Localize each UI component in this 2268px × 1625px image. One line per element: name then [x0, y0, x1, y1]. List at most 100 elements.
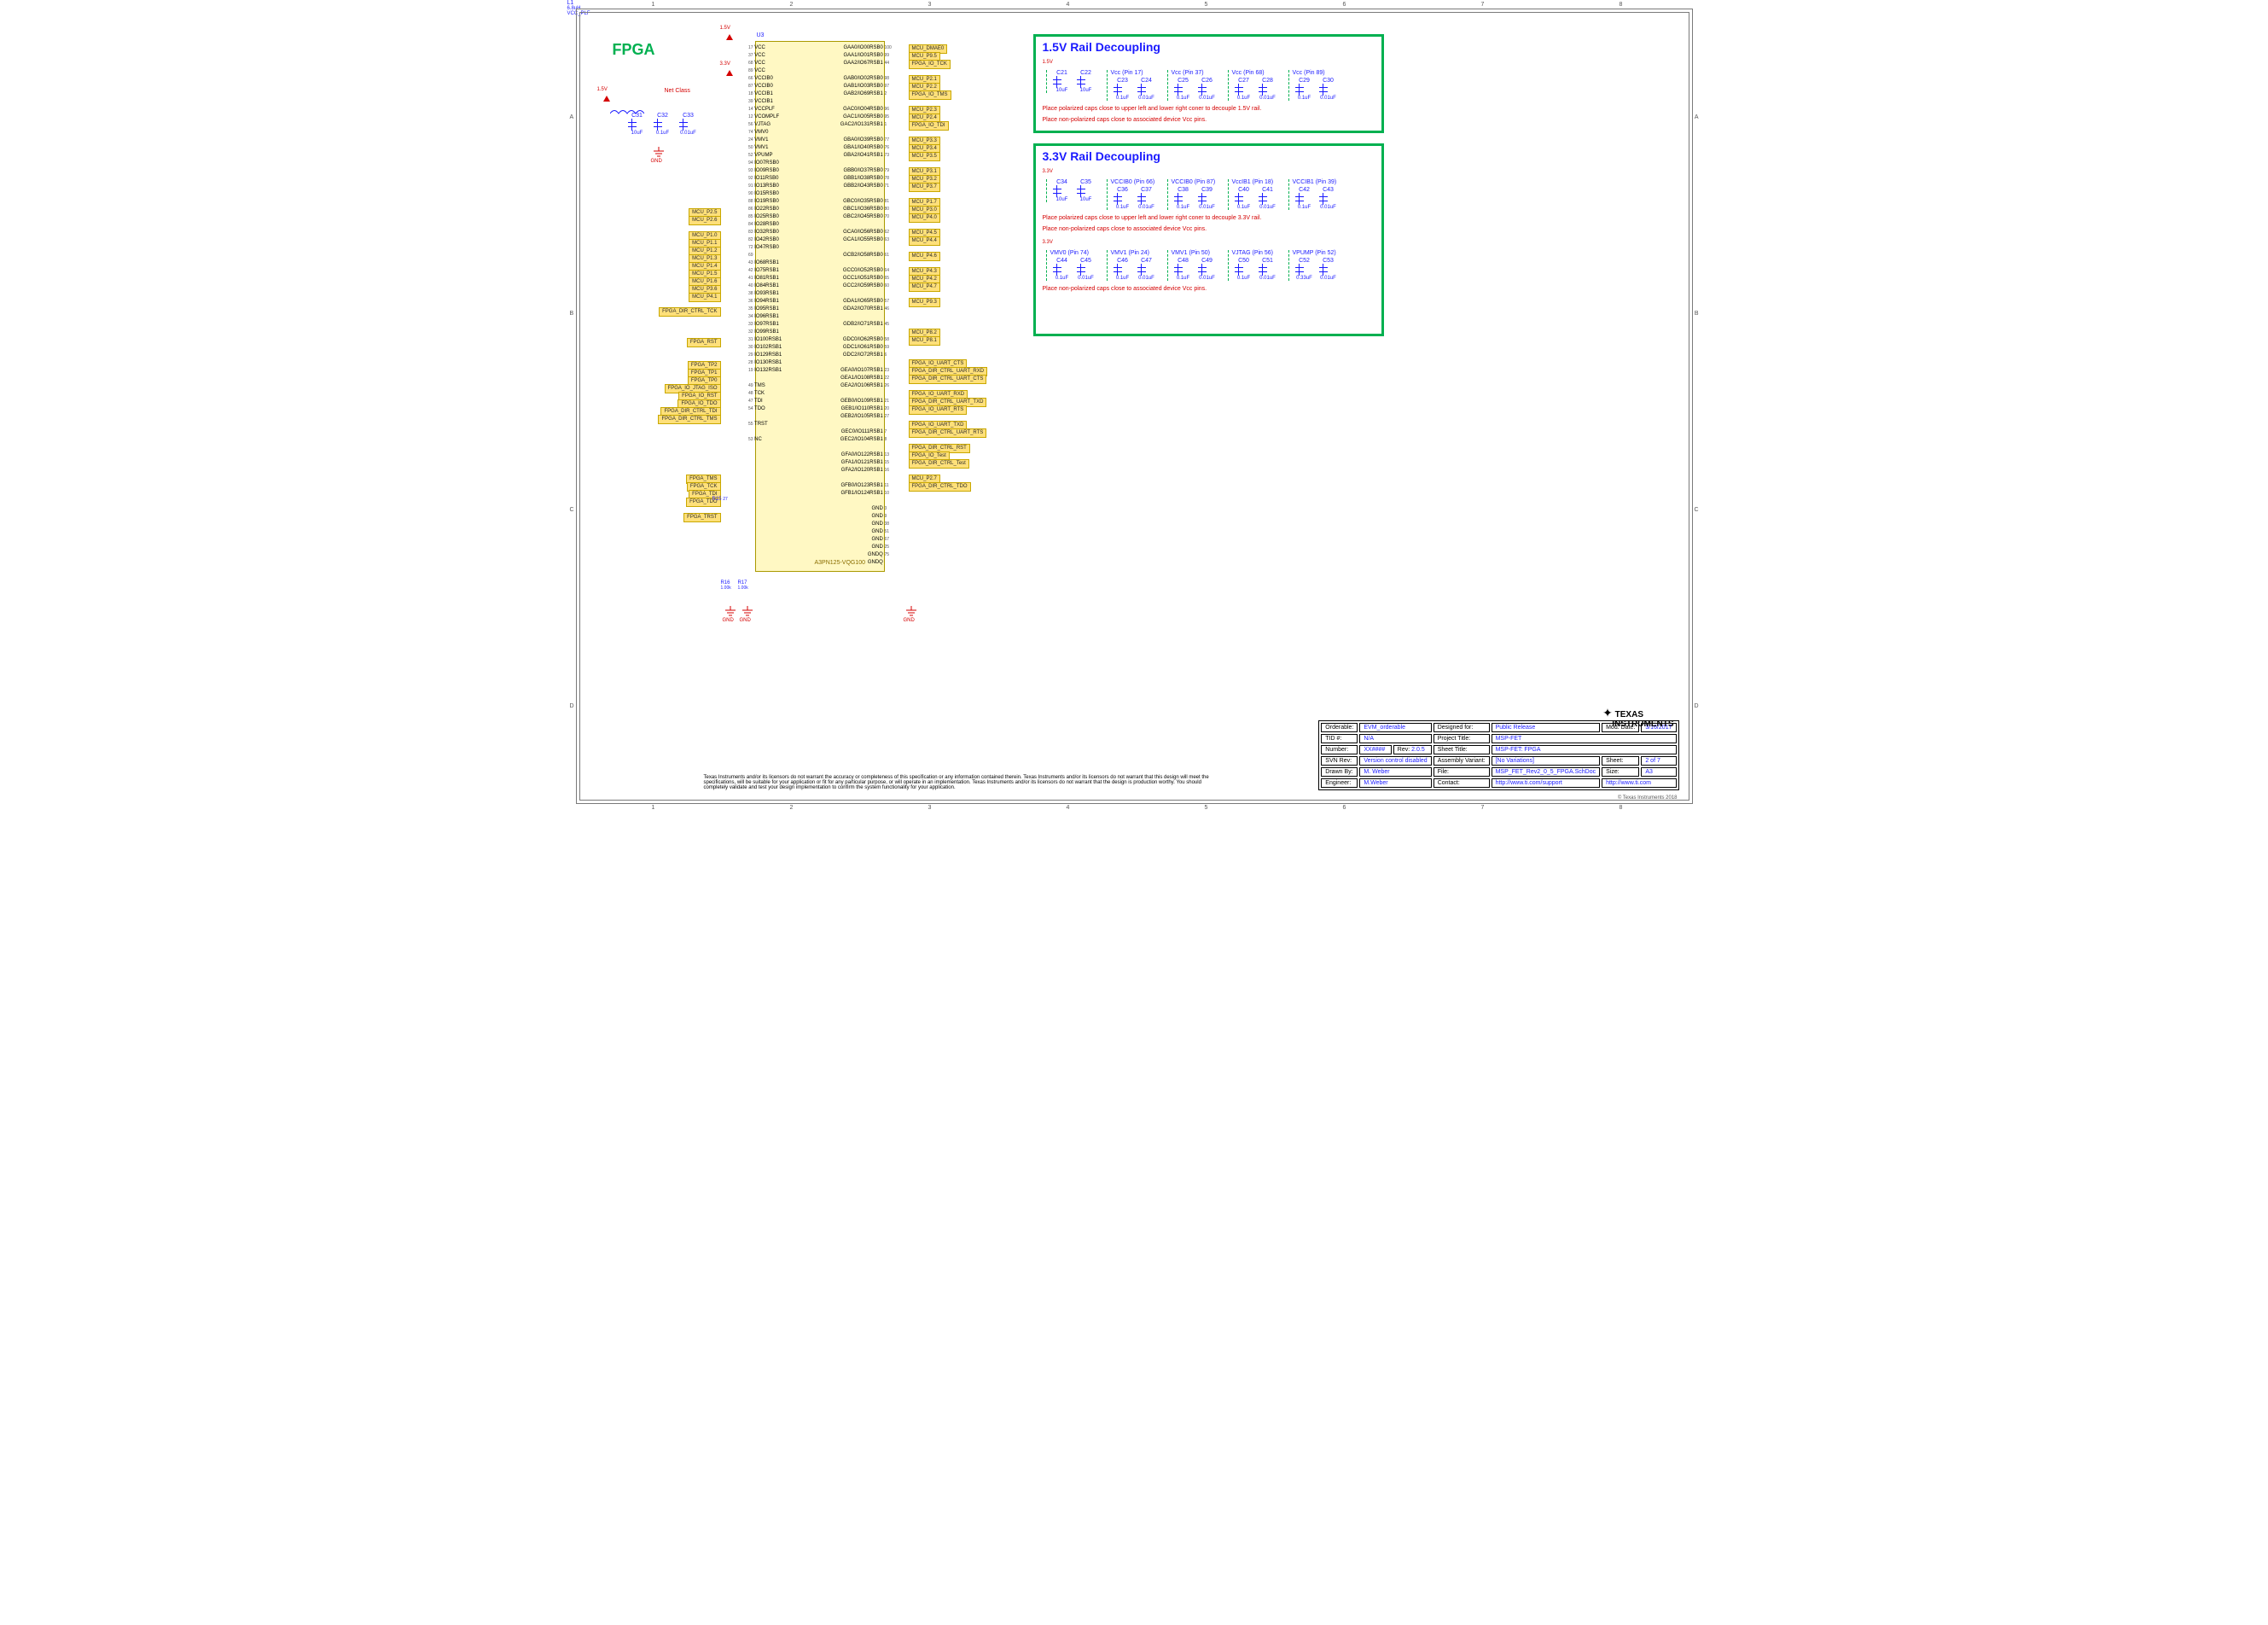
decoup-note: Place non-polarized caps close to associ…: [1043, 286, 1375, 292]
chip-ref: U3: [757, 32, 765, 38]
decoup-cap: C380.1uF: [1172, 187, 1195, 210]
pin-left: 18 VCCIB1: [757, 90, 784, 98]
decoup-cap: C360.1uF: [1111, 187, 1135, 210]
pin-left: 69: [757, 252, 784, 259]
pin-right: GAA0/IO00RSB0 100: [823, 44, 881, 52]
net-label: FPGA_DIR_CTRL_Test: [909, 459, 988, 467]
pin-right: [823, 359, 881, 367]
pin-left: [757, 428, 784, 436]
pin-left: 30 IO102RSB1: [757, 344, 784, 352]
grid-col: 8: [1620, 2, 1623, 8]
pin-right: GAA2/IO67RSB1 44: [823, 60, 881, 67]
net-label: FPGA_IO_TMS: [909, 90, 988, 98]
grid-col: 6: [1343, 2, 1346, 8]
pin-left: 34 IO96RSB1: [757, 313, 784, 321]
grid-col: 7: [1481, 805, 1485, 811]
r15: R15 27: [712, 497, 728, 502]
pin-left: 93 IO09RSB0: [757, 167, 784, 175]
decoup-group-hdr: Vcc (Pin 68): [1232, 70, 1280, 76]
pin-left: 42 IO75RSB1: [757, 267, 784, 275]
gnd-icon: [741, 606, 753, 618]
grid-col: 2: [790, 2, 794, 8]
pin-right: [823, 244, 881, 252]
decoup-group-hdr: VccIB1 (Pin 18): [1232, 179, 1280, 185]
net-label: MCU_P4.1: [670, 293, 721, 300]
pin-right: GDB2/IO71RSB1 45: [823, 321, 881, 329]
net-label: MCU_P1.4: [670, 262, 721, 270]
grid-col: 2: [790, 805, 794, 811]
decoup-group-hdr: VJTAG (Pin 56): [1232, 250, 1280, 256]
pin-left: 86 IO22RSB0: [757, 206, 784, 213]
net-label: FPGA_IO_JTAG_ISO: [653, 384, 721, 392]
grid-row: D: [1694, 703, 1698, 709]
pin-right: [823, 313, 881, 321]
pin-right: GAC0/IO04RSB0 96: [823, 106, 881, 114]
decoup-group: Vcc (Pin 17)C230.1uFC240.01uF: [1107, 70, 1159, 101]
decoup-note: Place polarized caps close to upper left…: [1043, 215, 1375, 221]
net-label: FPGA_DIR_CTRL_UART_RTS: [909, 428, 988, 436]
pin-left: 40 IO84RSB1: [757, 282, 784, 290]
grid-col: 6: [1343, 805, 1346, 811]
net-label: FPGA_DIR_CTRL_TDI: [653, 407, 721, 415]
pin-right: GDA2/IO70RSB1 46: [823, 306, 881, 313]
pin-right: GBC2/IO45RSB0 70: [823, 213, 881, 221]
net-label: MCU_P4.4: [909, 236, 988, 244]
net-label: MCU_P3.0: [909, 206, 988, 213]
pin-left: 89 VCC: [757, 67, 784, 75]
pin-left: 56 VJTAG: [757, 121, 784, 129]
pin-right: GBB0/IO37RSB0 79: [823, 167, 881, 175]
rail-1v5: 1.5V: [597, 87, 608, 92]
decoup-cap: C300.01uF: [1317, 78, 1340, 101]
decoup-3v3-title: 3.3V Rail Decoupling: [1036, 146, 1381, 166]
pin-right: GEA2/IO106RSB1 26: [823, 382, 881, 390]
grid-col: 4: [1067, 805, 1070, 811]
pin-right: GDC2/IO72RSB1 6: [823, 352, 881, 359]
net-label: MCU_P2.1: [909, 75, 988, 83]
copyright: © Texas Instruments 2018: [1618, 795, 1678, 801]
net-label: FPGA_DIR_CTRL_TDO: [909, 482, 988, 490]
pin-left: 66 VCCIB0: [757, 75, 784, 83]
pin-right: [823, 475, 881, 482]
decoup-cap: C2110uF: [1050, 70, 1074, 93]
grid-col: 1: [652, 805, 655, 811]
decoup-cap: C240.01uF: [1135, 78, 1159, 101]
decoup-cap: C280.01uF: [1256, 78, 1280, 101]
pin-left: 49 TMS: [757, 382, 784, 390]
disclaimer: Texas Instruments and/or its licensors d…: [704, 775, 1216, 790]
pin-left: 43 IO68RSB1: [757, 259, 784, 267]
decoup-cap: C510.01uF: [1256, 258, 1280, 281]
net-label: FPGA_TRST: [670, 513, 721, 521]
pin-left: 32 IO99RSB1: [757, 329, 784, 336]
pin-right: GBB1/IO38RSB0 78: [823, 175, 881, 183]
pin-right: GEC2/IO104RSB1 8: [823, 436, 881, 444]
pin-left: 12 VCOMPLF: [757, 114, 784, 121]
pin-left: 85 IO25RSB0: [757, 213, 784, 221]
pin-left: 82 IO42RSB0: [757, 236, 784, 244]
net-label: MCU_P4.5: [909, 229, 988, 236]
pin-left: 41 IO81RSB1: [757, 275, 784, 282]
decoup-cap: C520.33uF: [1293, 258, 1317, 281]
decoup-group: VCCIB0 (Pin 87)C380.1uFC390.01uF: [1167, 179, 1219, 210]
net-label: MCU_P1.3: [670, 254, 721, 262]
net-label: MCU_P3.4: [909, 144, 988, 152]
vcc-arrow-icon: [603, 96, 610, 102]
decoup-group: VccIB1 (Pin 18)C400.1uFC410.01uF: [1228, 179, 1280, 210]
net-label: MCU_P1.7: [909, 198, 988, 206]
pin-right: GBA2/IO41RSB1 73: [823, 152, 881, 160]
decoup-cap: C390.01uF: [1195, 187, 1219, 210]
grid-col: 5: [1205, 2, 1208, 8]
net-label: MCU_P3.7: [909, 183, 988, 190]
decoup-cap: C3410uF: [1050, 179, 1074, 202]
net-label: FPGA_DIR_CTRL_UART_TXD: [909, 398, 988, 405]
gnd-label: GND: [904, 618, 915, 623]
net-label: MCU_P2.3: [909, 106, 988, 114]
net-label: FPGA_TP2: [653, 361, 721, 369]
pin-right: [823, 498, 881, 505]
grid-row: A: [1695, 114, 1699, 120]
gnd-icon: [653, 147, 665, 159]
decoup-group: VPUMP (Pin 52)C520.33uFC530.01uF: [1288, 250, 1340, 281]
pin-left: 38 IO93RSB1: [757, 290, 784, 298]
decoup-3v3-box: 3.3V Rail Decoupling 3.3V C3410uFC3510uF…: [1033, 143, 1384, 336]
pin-right: [823, 221, 881, 229]
decoup-cap: C3510uF: [1074, 179, 1098, 202]
